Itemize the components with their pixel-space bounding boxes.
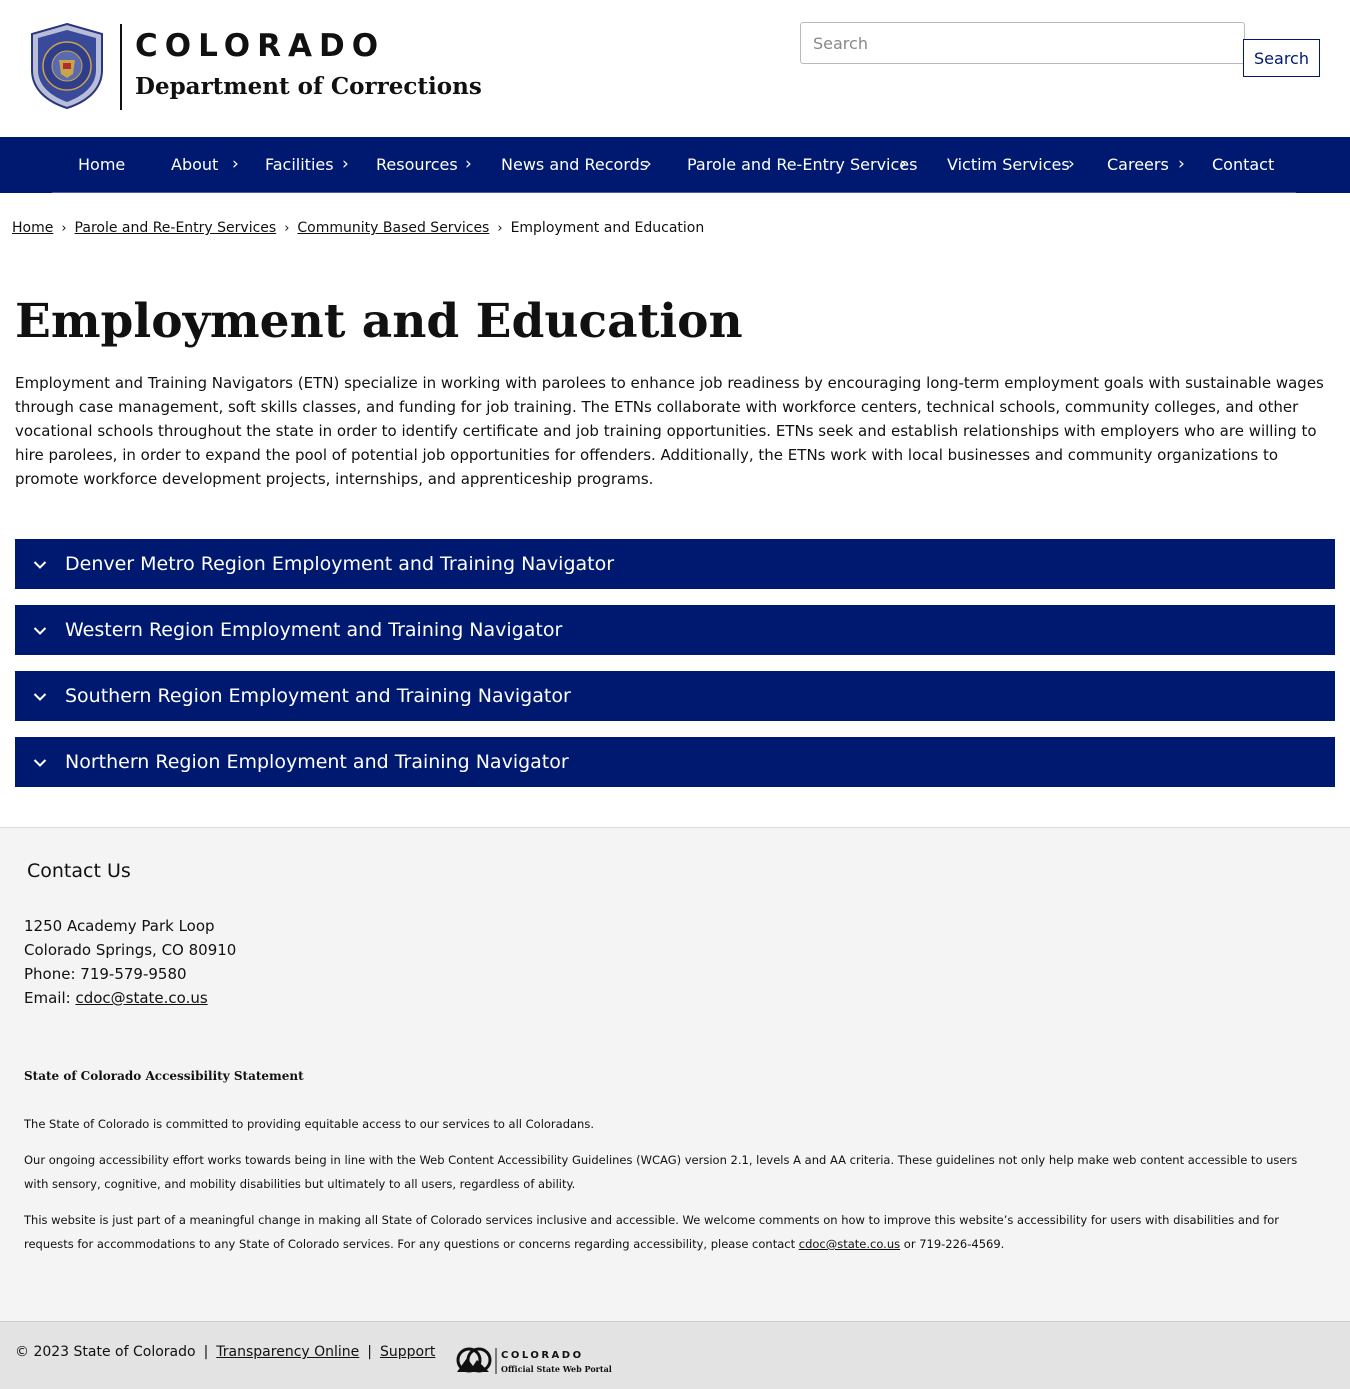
accordion-denver-metro[interactable]: Denver Metro Region Employment and Train… [15, 539, 1335, 589]
portal-subtitle: Official State Web Portal [501, 1364, 612, 1374]
search-button[interactable]: Search [1243, 39, 1320, 77]
nav-item-home[interactable]: Home [78, 137, 125, 193]
accessibility-paragraph-1: The State of Colorado is committed to pr… [24, 1117, 594, 1131]
nav-item-resources[interactable]: Resources [376, 137, 458, 193]
department-seal-icon[interactable] [28, 22, 106, 110]
copyright: © 2023 State of Colorado [15, 1344, 196, 1360]
breadcrumb-separator-icon: › [497, 221, 503, 236]
separator: | [367, 1344, 373, 1360]
accordion-southern[interactable]: Southern Region Employment and Training … [15, 671, 1335, 721]
breadcrumb-community-based[interactable]: Community Based Services [297, 220, 489, 236]
accordion-label: Northern Region Employment and Training … [65, 751, 569, 773]
site-header: COLORADO Department of Corrections Searc… [0, 0, 1350, 137]
breadcrumb-separator-icon: › [61, 221, 67, 236]
breadcrumb-current: Employment and Education [510, 220, 705, 236]
breadcrumb: Home › Parole and Re-Entry Services › Commun… [12, 220, 704, 236]
accordion-northern[interactable]: Northern Region Employment and Training … [15, 737, 1335, 787]
support-link[interactable]: Support [380, 1344, 435, 1360]
address-line-1: 1250 Academy Park Loop [24, 917, 215, 935]
chevron-down-icon [33, 539, 47, 589]
separator: | [203, 1344, 209, 1360]
footer: Contact Us 1250 Academy Park Loop Colora… [0, 827, 1350, 1321]
accessibility-text: This website is just part of a meaningfu… [24, 1213, 1280, 1251]
portal-name[interactable]: COLORADO [501, 1350, 584, 1361]
contact-info: 1250 Academy Park Loop Colorado Springs,… [24, 914, 236, 1010]
breadcrumb-home[interactable]: Home [12, 220, 53, 236]
accessibility-text-end: or 719-226-4569. [900, 1237, 1005, 1251]
brand-divider [120, 24, 122, 110]
chevron-right-icon[interactable]: › [1068, 137, 1075, 193]
email-line: Email: cdoc@state.co.us [24, 986, 236, 1010]
transparency-online-link[interactable]: Transparency Online [216, 1344, 359, 1360]
accordion-western[interactable]: Western Region Employment and Training N… [15, 605, 1335, 655]
accordion-label: Southern Region Employment and Training … [65, 685, 571, 707]
chevron-down-icon [33, 605, 47, 655]
email-label: Email: [24, 989, 76, 1007]
chevron-right-icon[interactable]: › [900, 137, 907, 193]
brand-department-name[interactable]: Department of Corrections [135, 73, 482, 100]
chevron-right-icon[interactable]: › [342, 137, 349, 193]
contact-heading: Contact Us [27, 860, 131, 882]
bottom-links: © 2023 State of Colorado | Transparency On… [15, 1344, 435, 1360]
email-link[interactable]: cdoc@state.co.us [75, 989, 207, 1007]
accessibility-paragraph-2: Our ongoing accessibility effort works t… [24, 1153, 1298, 1191]
search-input[interactable] [800, 22, 1245, 64]
nav-item-facilities[interactable]: Facilities [265, 137, 334, 193]
nav-item-about[interactable]: About [171, 137, 218, 193]
phone-line: Phone: 719-579-9580 [24, 965, 187, 983]
nav-item-news-records[interactable]: News and Records [501, 137, 648, 193]
page-title: Employment and Education [15, 294, 743, 349]
chevron-right-icon[interactable]: › [232, 137, 239, 193]
chevron-right-icon[interactable]: › [1178, 137, 1185, 193]
accordion-label: Western Region Employment and Training N… [65, 619, 563, 641]
breadcrumb-parole-reentry[interactable]: Parole and Re-Entry Services [75, 220, 277, 236]
chevron-down-icon [33, 671, 47, 721]
brand-state-name[interactable]: COLORADO [135, 28, 385, 64]
nav-item-contact[interactable]: Contact [1212, 137, 1274, 193]
accessibility-email-link[interactable]: cdoc@state.co.us [799, 1237, 900, 1251]
address-line-2: Colorado Springs, CO 80910 [24, 941, 237, 959]
bottom-bar: © 2023 State of Colorado | Transparency On… [0, 1321, 1350, 1389]
accessibility-paragraph-3: This website is just part of a meaningfu… [24, 1208, 1314, 1256]
breadcrumb-separator-icon: › [284, 221, 290, 236]
intro-paragraph: Employment and Training Navigators (ETN)… [15, 374, 1324, 488]
chevron-right-icon[interactable]: › [645, 137, 652, 193]
nav-underline [52, 192, 1296, 193]
chevron-down-icon [33, 737, 47, 787]
nav-item-parole-reentry[interactable]: Parole and Re-Entry Services [687, 137, 917, 193]
accordion-label: Denver Metro Region Employment and Train… [65, 553, 615, 575]
accessibility-heading: State of Colorado Accessibility Statemen… [24, 1069, 304, 1083]
nav-item-victim-services[interactable]: Victim Services [947, 137, 1070, 193]
chevron-right-icon[interactable]: › [465, 137, 472, 193]
main-nav: Home About › Facilities › Resources › Ne… [0, 137, 1350, 193]
nav-item-careers[interactable]: Careers [1107, 137, 1169, 193]
